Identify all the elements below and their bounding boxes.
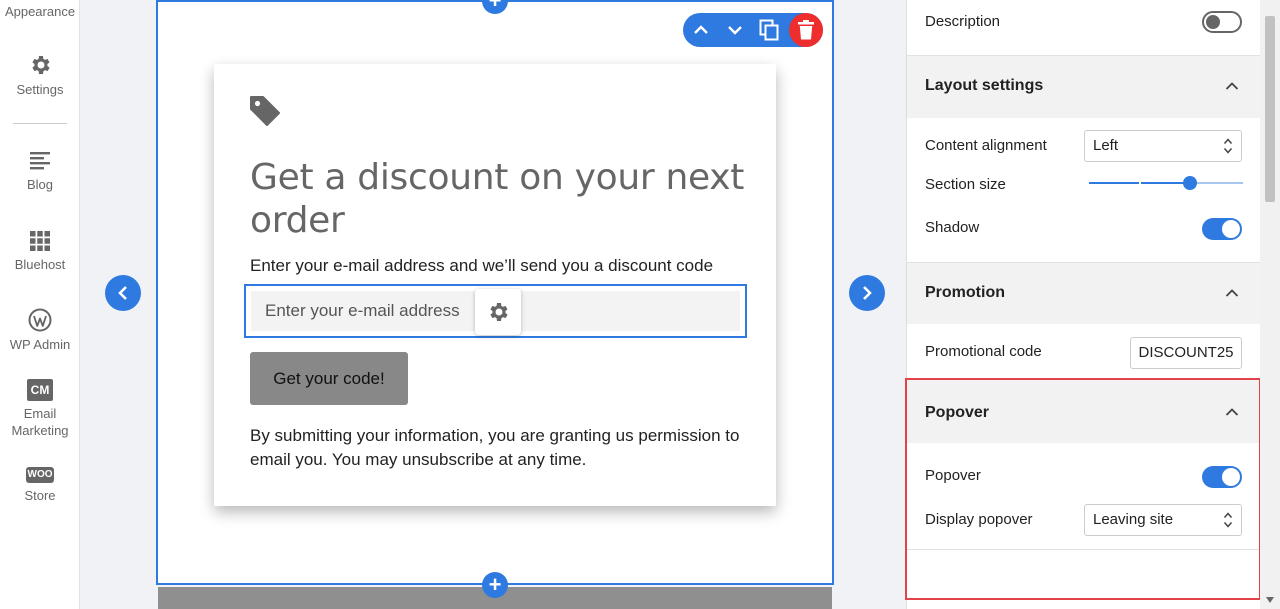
grid-icon <box>30 231 50 251</box>
slider-thumb[interactable] <box>1183 176 1197 190</box>
discount-card: Get a discount on your next order Enter … <box>214 64 776 506</box>
sidebar-item-label: Email Marketing <box>11 406 69 438</box>
chevron-up-icon <box>1225 82 1239 90</box>
chevron-up-icon <box>1225 289 1239 297</box>
tag-icon <box>250 96 280 126</box>
sidebar-item-appearance[interactable]: Appearance <box>0 3 80 20</box>
legal-text[interactable]: By submitting your information, you are … <box>250 424 750 472</box>
sidebar-item-label: Blog <box>26 177 54 192</box>
sidebar-item-label: Store <box>24 488 56 503</box>
sidebar-item-wp-admin[interactable]: WP Admin <box>0 308 80 353</box>
section-size-slider[interactable] <box>1089 176 1245 190</box>
content-alignment-value: Left <box>1093 137 1119 154</box>
panel-scrollbar[interactable] <box>1260 0 1280 609</box>
toggle-knob <box>1222 220 1240 238</box>
get-code-button[interactable]: Get your code! <box>250 352 408 405</box>
shadow-label: Shadow <box>925 219 980 236</box>
chevron-down-icon <box>728 26 742 35</box>
scrollbar-thumb[interactable] <box>1265 16 1275 202</box>
sidebar-item-label: WP Admin <box>9 337 71 352</box>
promo-code-field[interactable]: DISCOUNT25 <box>1130 337 1242 369</box>
section-toolbar <box>683 13 823 47</box>
updown-arrows-icon <box>1223 138 1233 154</box>
content-alignment-label: Content alignment <box>925 137 1047 154</box>
slider-remaining-track <box>1190 182 1245 184</box>
sidebar-item-label: Bluehost <box>14 257 66 272</box>
sidebar-divider <box>13 123 67 124</box>
slider-tick <box>1243 181 1245 185</box>
field-settings-button[interactable] <box>475 289 521 335</box>
left-sidebar: Appearance Settings Blog Bluehost WP Adm… <box>0 0 80 609</box>
slider-tick <box>1139 181 1141 185</box>
sidebar-item-blog[interactable]: Blog <box>0 150 80 193</box>
promotion-header[interactable]: Promotion <box>907 263 1261 324</box>
toggle-knob <box>1206 15 1220 29</box>
sidebar-item-label: Settings <box>16 82 64 97</box>
promotion-title: Promotion <box>925 284 1005 301</box>
duplicate-button[interactable] <box>753 13 785 47</box>
content-alignment-select[interactable]: Left <box>1084 130 1242 162</box>
layout-settings-title: Layout settings <box>925 77 1044 94</box>
trash-icon <box>798 20 814 40</box>
section-size-label: Section size <box>925 176 1006 193</box>
previous-layout-button[interactable] <box>105 275 141 311</box>
chevron-left-icon <box>118 286 127 300</box>
copy-icon <box>759 19 779 41</box>
card-subtitle[interactable]: Enter your e-mail address and we’ll send… <box>250 256 713 276</box>
add-section-below-button[interactable]: + <box>482 572 508 598</box>
description-label: Description <box>925 13 1001 30</box>
move-up-button[interactable] <box>685 13 717 47</box>
next-layout-button[interactable] <box>849 275 885 311</box>
sidebar-item-email-marketing[interactable]: CM Email Marketing <box>0 379 80 439</box>
sidebar-item-label: Appearance <box>4 4 76 19</box>
chevron-up-icon <box>694 25 708 34</box>
sidebar-item-settings[interactable]: Settings <box>0 53 80 98</box>
move-down-button[interactable] <box>719 13 751 47</box>
delete-section-button[interactable] <box>789 13 823 47</box>
card-title[interactable]: Get a discount on your next order <box>250 156 750 242</box>
email-field-wrapper <box>244 284 747 338</box>
scroll-down-icon[interactable] <box>1266 597 1274 603</box>
blog-icon <box>30 152 50 170</box>
woo-icon: WOO <box>26 467 54 483</box>
description-toggle[interactable] <box>1202 11 1242 33</box>
sidebar-item-bluehost[interactable]: Bluehost <box>0 230 80 273</box>
shadow-toggle[interactable] <box>1202 218 1242 240</box>
gear-icon <box>32 56 50 74</box>
cm-icon: CM <box>27 379 53 401</box>
promo-code-label: Promotional code <box>925 343 1042 360</box>
wordpress-icon <box>28 308 52 332</box>
sidebar-item-store[interactable]: WOO Store <box>0 467 80 504</box>
popover-highlight-box <box>905 378 1261 600</box>
layout-settings-header[interactable]: Layout settings <box>907 56 1261 118</box>
gear-icon <box>490 303 508 321</box>
chevron-right-icon <box>863 286 872 300</box>
